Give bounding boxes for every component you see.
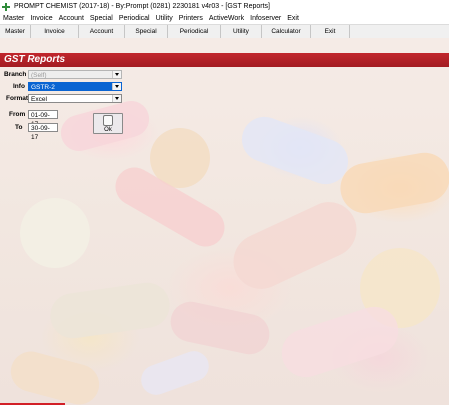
format-label: Format	[6, 95, 29, 102]
menu-printers[interactable]: Printers	[176, 15, 206, 22]
background-pill	[275, 300, 405, 384]
menu-master[interactable]: Master	[0, 15, 27, 22]
background-pill	[6, 347, 104, 405]
window-title-bar: PROMPT CHEMIST (2017-18) - By:Prompt (02…	[0, 0, 449, 13]
menu-exit[interactable]: Exit	[284, 15, 302, 22]
menu-periodical[interactable]: Periodical	[116, 15, 153, 22]
branch-label: Branch	[4, 71, 27, 78]
branch-select-value: (Self)	[31, 72, 47, 79]
format-select[interactable]: Excel	[28, 94, 122, 103]
format-select-value: Excel	[31, 96, 47, 103]
branch-select[interactable]: (Self)	[28, 70, 122, 79]
background-pill	[235, 110, 355, 191]
background-pill	[224, 193, 366, 298]
toolbar-account-button[interactable]: Account	[79, 25, 125, 38]
toolbar-calculator-button[interactable]: Calculator	[262, 25, 311, 38]
chevron-down-icon	[112, 71, 121, 78]
menu-invoice[interactable]: Invoice	[27, 15, 55, 22]
app-plus-icon	[2, 2, 10, 11]
menu-account[interactable]: Account	[56, 15, 87, 22]
from-date-input[interactable]: 01-09-17	[28, 110, 58, 128]
hand-icon	[103, 114, 113, 126]
from-label: From	[9, 111, 26, 118]
background-pill	[20, 198, 90, 268]
report-header-title: GST Reports	[4, 54, 66, 65]
background-pill	[166, 298, 274, 358]
menu-special[interactable]: Special	[87, 15, 116, 22]
toolbar-invoice-button[interactable]: Invoice	[31, 25, 79, 38]
ok-button-label: Ok	[104, 126, 112, 133]
info-select[interactable]: GSTR-2	[28, 82, 122, 91]
report-canvas: GST Reports Branch (Self) Info GSTR-2 Fo…	[0, 38, 449, 405]
chevron-down-icon	[112, 95, 121, 102]
toolbar-exit-button[interactable]: Exit	[311, 25, 350, 38]
to-label: To	[15, 124, 23, 131]
info-select-value: GSTR-2	[31, 84, 55, 91]
to-date-input[interactable]: 30-09-17	[28, 123, 58, 141]
ok-button[interactable]: Ok	[93, 113, 123, 134]
toolbar-master-button[interactable]: Master	[0, 25, 31, 38]
background-pill	[47, 279, 173, 342]
window-title: PROMPT CHEMIST (2017-18) - By:Prompt (02…	[14, 3, 270, 10]
info-label: Info	[13, 83, 25, 90]
report-header: GST Reports	[0, 53, 449, 67]
toolbar-periodical-button[interactable]: Periodical	[168, 25, 221, 38]
menu-infoserver[interactable]: Infoserver	[247, 15, 284, 22]
menu-bar: Master Invoice Account Special Periodica…	[0, 13, 449, 24]
menu-activework[interactable]: ActiveWork	[206, 15, 247, 22]
toolbar-utility-button[interactable]: Utility	[221, 25, 262, 38]
menu-utility[interactable]: Utility	[153, 15, 176, 22]
toolbar-special-button[interactable]: Special	[125, 25, 168, 38]
chevron-down-icon	[112, 83, 121, 90]
background-pill	[136, 346, 214, 400]
toolbar: Master Invoice Account Special Periodica…	[0, 24, 449, 39]
background-pill	[336, 148, 449, 218]
